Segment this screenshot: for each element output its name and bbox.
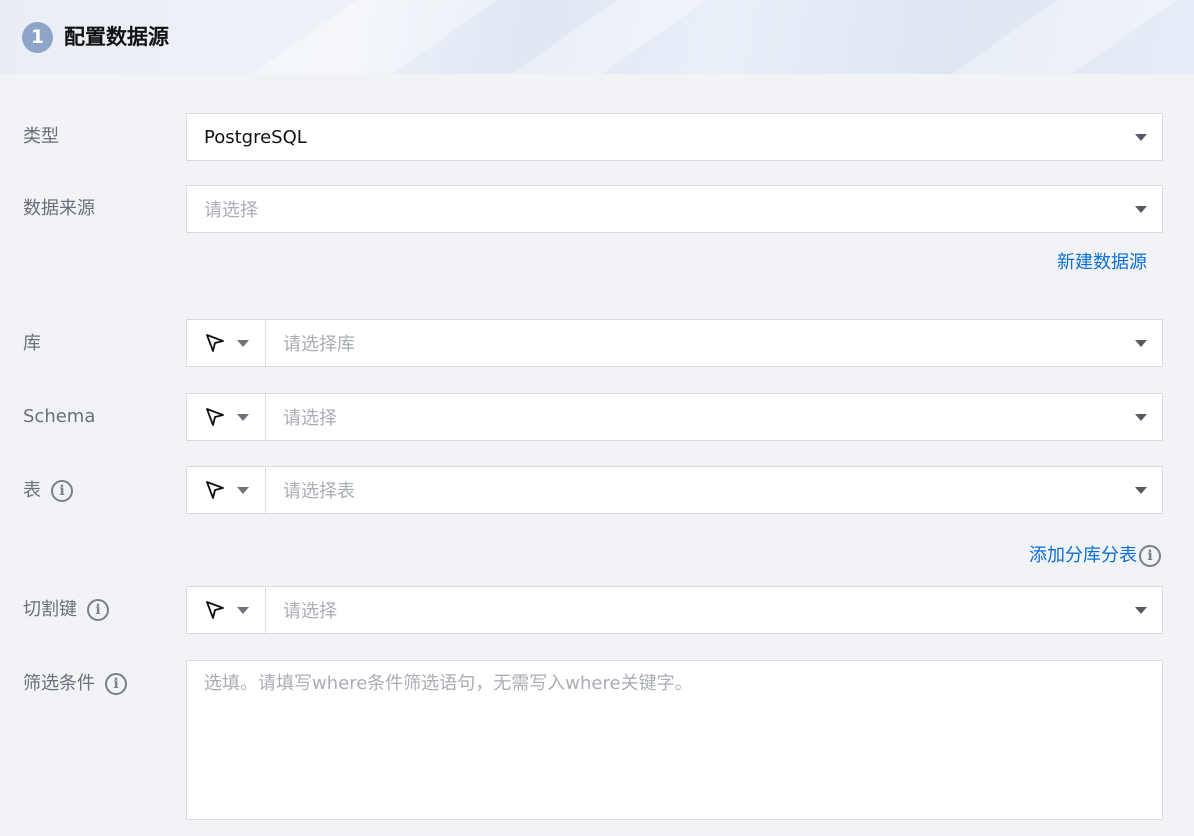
add-sharding-link[interactable]: 添加分库分表 i [1029, 544, 1161, 568]
split-key-mode-dropdown[interactable] [187, 587, 266, 633]
filter-textarea-placeholder: 选填。请填写where条件筛选语句，无需写入where关键字。 [204, 673, 693, 694]
caret-down-icon [237, 486, 249, 494]
caret-down-icon [237, 606, 249, 614]
split-key-label: 切割键 i [23, 598, 109, 622]
section-header: 1 配置数据源 [0, 0, 1194, 74]
cursor-arrow-icon [206, 481, 224, 499]
database-mode-dropdown[interactable] [187, 320, 266, 366]
filter-label: 筛选条件 i [23, 672, 127, 696]
caret-down-icon [1135, 205, 1147, 213]
info-icon[interactable]: i [105, 673, 127, 695]
source-select[interactable]: 请选择 [186, 185, 1163, 233]
caret-down-icon [237, 413, 249, 421]
cursor-arrow-icon [206, 408, 224, 426]
database-label: 库 [23, 333, 41, 354]
caret-down-icon [1135, 606, 1147, 614]
caret-down-icon [1135, 339, 1147, 347]
table-select-placeholder: 请选择表 [283, 481, 355, 502]
table-mode-dropdown[interactable] [187, 467, 266, 513]
source-label: 数据来源 [23, 198, 95, 219]
database-select-placeholder: 请选择库 [283, 334, 355, 355]
schema-label: Schema [23, 406, 96, 427]
info-icon[interactable]: i [87, 599, 109, 621]
new-datasource-link[interactable]: 新建数据源 [1057, 251, 1147, 275]
step-number-badge: 1 [22, 22, 53, 53]
caret-down-icon [1135, 486, 1147, 494]
source-select-placeholder: 请选择 [204, 200, 258, 221]
cursor-arrow-icon [206, 601, 224, 619]
type-select[interactable]: PostgreSQL [186, 113, 1163, 161]
filter-textarea[interactable]: 选填。请填写where条件筛选语句，无需写入where关键字。 [186, 660, 1163, 820]
table-label: 表 i [23, 479, 73, 503]
database-select[interactable]: 请选择库 [186, 319, 1163, 367]
type-select-value: PostgreSQL [204, 126, 307, 148]
info-icon[interactable]: i [1139, 545, 1161, 567]
split-key-select-placeholder: 请选择 [283, 601, 337, 622]
schema-mode-dropdown[interactable] [187, 394, 266, 440]
split-key-select[interactable]: 请选择 [186, 586, 1163, 634]
caret-down-icon [237, 339, 249, 347]
type-label: 类型 [23, 126, 59, 147]
caret-down-icon [1135, 413, 1147, 421]
info-icon[interactable]: i [51, 480, 73, 502]
caret-down-icon [1135, 133, 1147, 141]
table-select[interactable]: 请选择表 [186, 466, 1163, 514]
schema-select[interactable]: 请选择 [186, 393, 1163, 441]
cursor-arrow-icon [206, 334, 224, 352]
schema-select-placeholder: 请选择 [283, 408, 337, 429]
section-title: 配置数据源 [64, 25, 169, 49]
